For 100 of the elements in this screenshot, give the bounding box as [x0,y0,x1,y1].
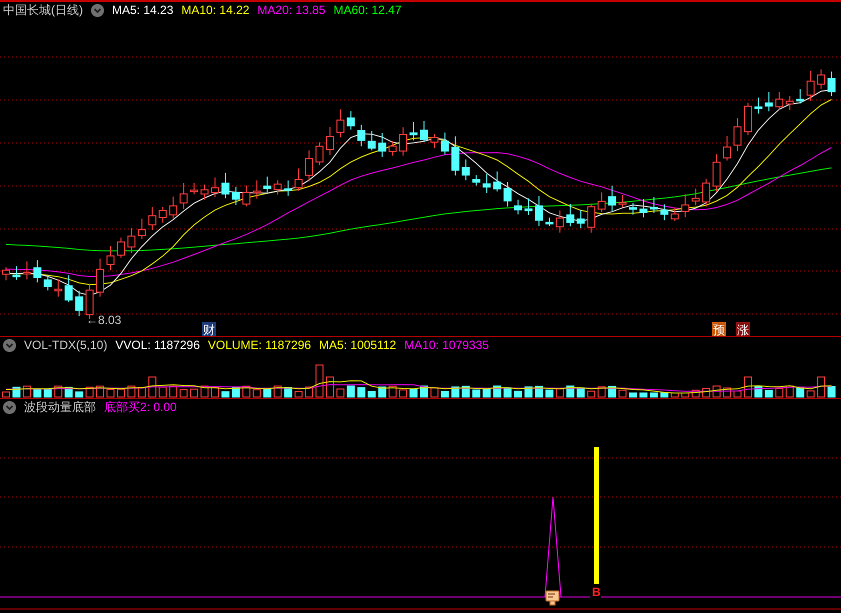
volume-bar [326,376,334,398]
candlestick [221,172,230,199]
candlestick [786,96,794,110]
candlestick [576,210,585,229]
candlestick [44,274,52,291]
candlestick [368,130,376,151]
volume-bar [106,389,114,398]
candlestick [723,136,732,162]
volume-bar [346,386,355,398]
volume-bar [504,387,512,398]
volume-bar [806,390,815,398]
candlestick [274,180,282,196]
volume-bar [263,388,272,398]
candlestick [430,134,438,149]
volume-bar [410,388,418,398]
indicator-value: VVOL: 1187296 [115,337,200,354]
indicator-value: MA5: 14.23 [112,2,174,19]
candlestick [106,246,114,271]
volume-bar [200,386,209,398]
volume-bar [294,391,303,398]
volume-bar [336,388,344,398]
event-marker[interactable]: 预 [712,322,726,336]
volume-bar [2,392,10,398]
volume-bar [75,391,84,398]
dropdown-icon[interactable] [91,4,104,17]
dropdown-icon[interactable] [3,339,16,352]
indicator-value: MA60: 12.47 [333,2,402,19]
candlestick [702,178,710,208]
candlestick [608,185,616,212]
candlestick [670,206,679,222]
candlestick [388,140,397,156]
candlestick [472,174,480,186]
volume-bar [86,386,94,398]
candlestick [493,170,502,192]
volume-bar [33,388,42,398]
volume-bar [828,386,836,398]
candlestick [734,118,742,152]
candlestick [211,177,219,198]
candlestick [399,126,408,156]
candlestick [618,194,627,208]
indicator-value: 底部买2: 0.00 [104,399,177,416]
indicator-value: MA5: 1005112 [319,337,396,354]
volume-bar [482,388,491,398]
volume-bar [545,390,554,398]
candlestick [54,278,62,298]
candlestick [796,88,804,104]
candlestick [12,266,20,280]
candlestick [420,120,428,143]
indicator-value: VOLUME: 1187296 [208,337,312,354]
panel-title: 波段动量底部 [24,399,96,416]
candlestick [681,194,690,218]
candlestick [650,196,658,214]
note-icon[interactable] [546,590,560,606]
volume-bar [670,392,679,398]
volume-bar [764,390,773,398]
candlestick [336,108,344,138]
candlestick [692,188,700,206]
candlestick [410,121,418,141]
candlestick [316,142,324,166]
candlestick [482,174,491,194]
volume-bar [305,386,314,398]
candlestick [180,182,188,210]
candlestick [64,274,73,303]
candlestick [252,180,261,200]
candlestick [242,185,250,207]
event-marker[interactable]: 涨 [736,322,750,336]
volume-bar [284,387,292,398]
volume-bar [180,389,188,398]
volume-bar [744,376,752,398]
volume-bar [357,387,366,398]
dropdown-icon[interactable] [3,401,16,414]
candlestick [158,206,167,224]
volume-bar [618,390,627,398]
event-marker[interactable]: 财 [202,322,216,336]
volume-bar [639,392,648,398]
candlestick [33,260,42,283]
volume-bar [796,388,804,398]
volume-bar [221,391,230,398]
candlestick [357,124,366,147]
volume-bar [158,386,167,398]
candlestick [754,97,762,114]
indicator-value: MA10: 14.22 [181,2,250,19]
candlestick [22,260,31,280]
volume-bar [252,389,261,398]
volume-bar [368,391,376,398]
candlestick [764,92,773,112]
candlestick [232,186,240,206]
candlestick [598,192,606,213]
candlestick [148,206,156,230]
volume-bar [169,386,178,398]
candlestick [817,68,826,90]
volume-bar [440,390,449,398]
candlestick [534,195,543,227]
candlestick [566,203,574,227]
candlestick [775,91,784,111]
volume-bar [817,376,826,398]
volume-bar [681,392,690,398]
volume-bar [378,386,386,398]
volume-bar [775,388,784,398]
candlestick [451,136,460,176]
